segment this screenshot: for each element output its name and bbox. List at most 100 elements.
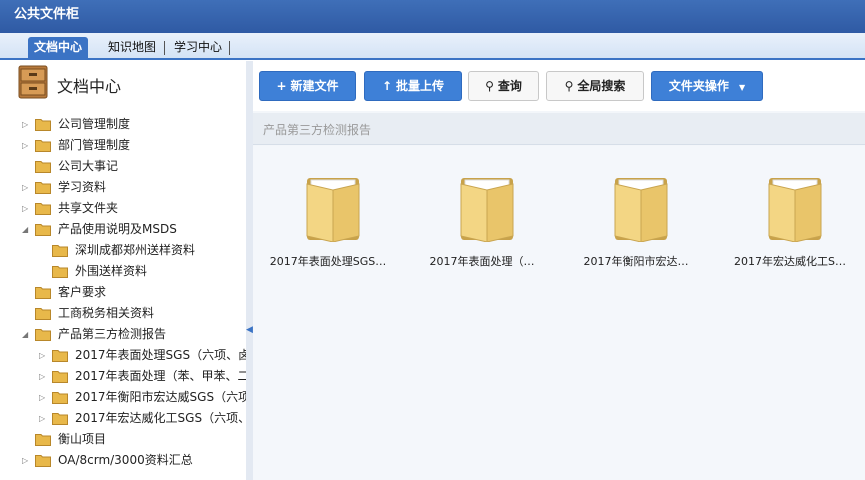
query-button[interactable]: ⚲ 查询 — [468, 71, 539, 101]
folder-icon — [35, 434, 51, 446]
tree-item[interactable]: 公司大事记 — [22, 156, 246, 177]
tree-item-label: 学习资料 — [58, 180, 107, 194]
tree-item[interactable]: ▷ 共享文件夹 — [22, 198, 246, 219]
tree-item[interactable]: ▷ 2017年宏达威化工SGS（六项、 — [39, 408, 247, 429]
breadcrumb-bar: 产品第三方检测报告 — [253, 113, 865, 145]
folder-icon — [52, 245, 68, 257]
expand-arrow-icon[interactable]: ▷ — [39, 366, 49, 387]
sidebar-header: 文档中心 — [0, 61, 246, 105]
sidebar-splitter[interactable]: ◀ — [246, 61, 253, 480]
tree-item[interactable]: 客户要求 — [22, 282, 246, 303]
folder-name: 2017年表面处理SGS… — [269, 255, 387, 268]
tree-item-label: 公司管理制度 — [58, 117, 131, 131]
folder-name: 2017年衡阳市宏达… — [583, 255, 689, 268]
folder-icon — [460, 178, 514, 242]
folder-icon — [52, 413, 68, 425]
search-icon: ⚲ — [564, 79, 574, 93]
folder-icon — [35, 140, 51, 152]
tree-item[interactable]: 外围送样资料 — [39, 261, 246, 282]
tree-item-label: 公司大事记 — [58, 159, 119, 173]
tree-item[interactable]: 工商税务相关资料 — [22, 303, 246, 324]
folder-icon — [52, 371, 68, 383]
plus-icon: + — [276, 79, 287, 93]
folder-icon — [52, 392, 68, 404]
folder-icon — [614, 178, 668, 242]
tree-item-label: 部门管理制度 — [58, 138, 131, 152]
caret-down-icon: ▼ — [739, 83, 746, 92]
folder-tile[interactable]: 2017年宏达威化工S… — [725, 176, 855, 276]
tree-item[interactable]: ▷ 2017年表面处理（苯、甲苯、二 — [39, 366, 247, 387]
expand-arrow-icon[interactable]: ◢ — [22, 219, 32, 240]
search-icon: ⚲ — [485, 79, 494, 93]
tab-learning-center[interactable]: 学习中心 — [168, 37, 228, 60]
folder-icon — [35, 119, 51, 131]
tree-item-label: 共享文件夹 — [58, 201, 119, 215]
expand-arrow-icon[interactable]: ▷ — [22, 135, 32, 156]
folder-tile[interactable]: 2017年表面处理（… — [417, 176, 547, 276]
folder-icon — [768, 178, 822, 242]
tree-item[interactable]: ◢ 产品使用说明及MSDS — [22, 219, 246, 240]
folder-tile[interactable]: 2017年衡阳市宏达… — [571, 176, 701, 276]
toolbar: + 新建文件 ↑ 批量上传 ⚲ 查询 ⚲ 全局搜索 文件夹操作 ▼ — [253, 61, 865, 111]
file-cabinet-icon — [18, 65, 48, 99]
tree-item-label: 产品使用说明及MSDS — [58, 222, 177, 236]
expand-arrow-icon[interactable]: ▷ — [39, 345, 49, 366]
expand-arrow-icon[interactable]: ◢ — [22, 324, 32, 345]
folder-ops-dropdown[interactable]: 文件夹操作 ▼ — [651, 71, 763, 101]
tree-item-label: 衡山项目 — [58, 432, 107, 446]
folder-ops-label: 文件夹操作 — [668, 79, 729, 93]
tab-document-center[interactable]: 文档中心 — [28, 37, 89, 60]
tree-item[interactable]: ◢ 产品第三方检测报告 — [22, 324, 246, 345]
folder-icon — [35, 287, 51, 299]
tree-item-label: 2017年表面处理（苯、甲苯、二 — [75, 369, 247, 383]
expand-arrow-icon[interactable]: ▷ — [39, 387, 49, 408]
title-bar: 公共文件柜 — [0, 0, 865, 33]
tree-item[interactable]: ▷ 公司管理制度 — [22, 114, 246, 135]
expand-arrow-icon[interactable]: ▷ — [22, 198, 32, 219]
tree-item-label: 2017年宏达威化工SGS（六项、 — [75, 411, 247, 425]
tree-item-label: 2017年表面处理SGS（六项、卤 — [75, 348, 247, 362]
tree-item-label: 深圳成都郑州送样资料 — [75, 243, 196, 257]
new-file-button[interactable]: + 新建文件 — [259, 71, 356, 101]
batch-upload-label: 批量上传 — [396, 79, 445, 93]
folder-tile[interactable]: 2017年表面处理SGS… — [263, 176, 393, 276]
query-label: 查询 — [497, 79, 522, 93]
tab-bar: 文档中心 知识地图 学习中心 — [0, 33, 865, 60]
batch-upload-button[interactable]: ↑ 批量上传 — [364, 71, 462, 101]
folder-name: 2017年表面处理（… — [429, 255, 535, 268]
tree-item[interactable]: 衡山项目 — [22, 429, 246, 450]
tree-item[interactable]: 深圳成都郑州送样资料 — [39, 240, 246, 261]
tab-knowledge-map[interactable]: 知识地图 — [102, 37, 162, 60]
folder-icon — [35, 455, 51, 467]
sidebar: 文档中心 ▷ 公司管理制度 ▷ 部门管理制度 公司大事记 ▷ 学习资料 ▷ 共享文件夹 ◢ 产品使用… — [0, 61, 247, 480]
tree-item-label: 客户要求 — [58, 285, 107, 299]
sidebar-title: 文档中心 — [57, 77, 122, 96]
file-grid: 2017年表面处理SGS… 2017年表面处理（… 2017年衡阳市宏达… 20… — [253, 146, 865, 480]
expand-arrow-icon[interactable]: ▷ — [22, 177, 32, 198]
folder-icon — [52, 350, 68, 362]
upload-arrow-icon: ↑ — [381, 79, 393, 93]
expand-arrow-icon[interactable]: ▷ — [22, 450, 32, 471]
tree-item-label: 外围送样资料 — [75, 264, 148, 278]
tab-separator — [164, 41, 165, 55]
window-title: 公共文件柜 — [14, 7, 80, 22]
folder-name: 2017年宏达威化工S… — [734, 255, 846, 268]
expand-arrow-icon[interactable]: ▷ — [39, 408, 49, 429]
global-search-label: 全局搜索 — [577, 79, 626, 93]
folder-icon — [35, 308, 51, 320]
collapse-arrow-icon[interactable]: ◀ — [246, 325, 253, 335]
new-file-label: 新建文件 — [290, 79, 339, 93]
tree-item-label: 产品第三方检测报告 — [58, 327, 167, 341]
folder-icon — [35, 203, 51, 215]
tree-item[interactable]: ▷ 2017年表面处理SGS（六项、卤 — [39, 345, 247, 366]
expand-arrow-icon[interactable]: ▷ — [22, 114, 32, 135]
tab-separator — [229, 41, 230, 55]
global-search-button[interactable]: ⚲ 全局搜索 — [546, 71, 644, 101]
tree-item[interactable]: ▷ 部门管理制度 — [22, 135, 246, 156]
tree-item-label: 2017年衡阳市宏达威SGS（六项 — [75, 390, 247, 404]
folder-icon — [52, 266, 68, 278]
tree-item[interactable]: ▷ 2017年衡阳市宏达威SGS（六项 — [39, 387, 247, 408]
tree-item[interactable]: ▷ 学习资料 — [22, 177, 246, 198]
breadcrumb: 产品第三方检测报告 — [263, 123, 372, 137]
tree-item[interactable]: ▷ OA/8crm/3000资料汇总 — [22, 450, 246, 471]
